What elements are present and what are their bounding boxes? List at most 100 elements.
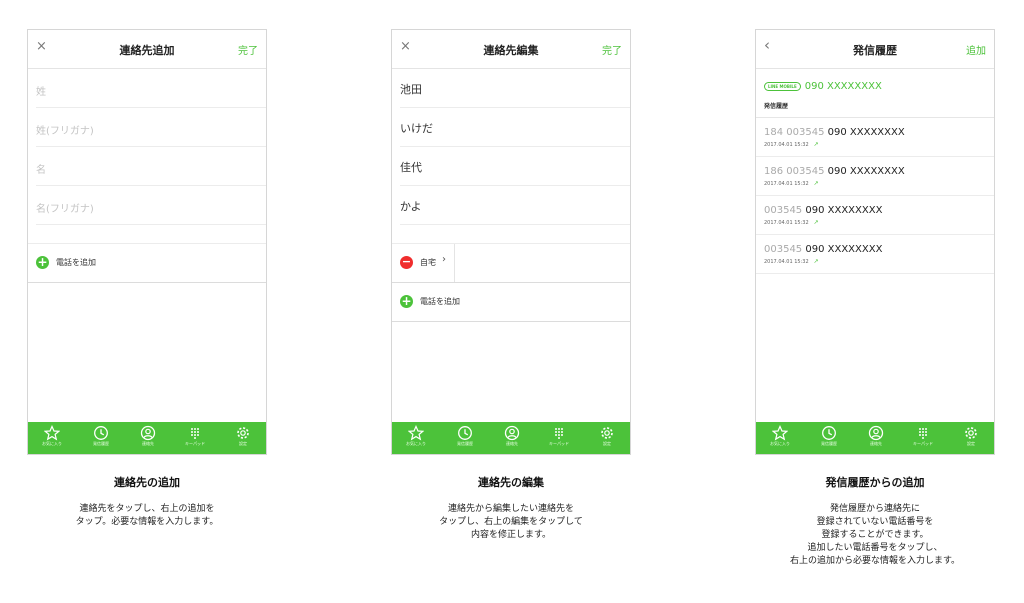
outgoing-arrow-icon: ↗: [813, 180, 819, 187]
last-name-field[interactable]: 姓: [36, 69, 266, 108]
tab-label: 発信履歴: [821, 441, 837, 446]
tab-label: 発信履歴: [457, 441, 473, 446]
keypad-icon: [539, 425, 579, 441]
tab-label: 連絡先: [142, 441, 154, 446]
tab-keypad[interactable]: キーパッド: [539, 425, 579, 447]
caption-line: 内容を修正します。: [470, 530, 552, 540]
add-contact-screen: × 連絡先追加 完了 姓 姓(フリガナ) 名 名(フリガナ) + 電話を追加 お…: [27, 29, 267, 455]
first-name-kana-field[interactable]: 名(フリガナ): [36, 186, 266, 225]
history-time: 2017.04.01 15:32: [764, 181, 809, 187]
tab-person[interactable]: 連絡先: [492, 425, 532, 447]
tab-label: 発信履歴: [93, 441, 109, 446]
own-number-section: LINE MOBILE 090 XXXXXXXX 発信履歴: [756, 69, 994, 118]
outgoing-arrow-icon: ↗: [813, 258, 819, 265]
tab-star[interactable]: お気に入り: [760, 425, 800, 447]
tab-gear[interactable]: 設定: [951, 425, 991, 447]
tab-gear[interactable]: 設定: [587, 425, 627, 447]
history-prefix: 186 003545: [764, 166, 828, 177]
plus-icon: +: [36, 255, 49, 269]
caption-title: 連絡先の編集: [478, 476, 544, 489]
person-icon: [492, 425, 532, 441]
tab-bar: お気に入り 発信履歴 連絡先 キーパッド 設定: [392, 422, 630, 454]
add-phone-button[interactable]: + 電話を追加: [28, 243, 266, 283]
tab-label: 設定: [239, 441, 247, 446]
edit-contact-screen: × 連絡先編集 完了 池田 いけだ 佳代 かよ − 自宅 › + 電話を追加 お…: [391, 29, 631, 455]
tab-gear[interactable]: 設定: [223, 425, 263, 447]
caption-line: 追加したい電話番号をタップし、: [807, 543, 943, 553]
history-number: 090 XXXXXXXX: [805, 205, 883, 216]
star-icon: [32, 425, 72, 441]
star-icon: [760, 425, 800, 441]
tab-person[interactable]: 連絡先: [128, 425, 168, 447]
remove-icon[interactable]: −: [400, 256, 413, 269]
history-prefix: 184 003545: [764, 127, 828, 138]
caption-edit-contact: 連絡先の編集 連絡先から編集したい連絡先を タップし、右上の編集をタップして 内…: [381, 474, 641, 542]
first-name-kana-field[interactable]: かよ: [400, 186, 630, 225]
history-number: 090 XXXXXXXX: [827, 166, 905, 177]
add-button[interactable]: 追加: [966, 42, 986, 57]
done-button[interactable]: 完了: [602, 42, 622, 57]
keypad-icon: [903, 425, 943, 441]
plus-icon: +: [400, 294, 413, 308]
tab-label: キーパッド: [185, 441, 205, 446]
tab-keypad[interactable]: キーパッド: [903, 425, 943, 447]
phone-entry[interactable]: − 自宅 ›: [392, 243, 630, 283]
first-name-field[interactable]: 佳代: [400, 147, 630, 186]
tab-clock[interactable]: 発信履歴: [445, 425, 485, 447]
chevron-right-icon[interactable]: ›: [442, 254, 446, 265]
first-name-field[interactable]: 名: [36, 147, 266, 186]
tab-clock[interactable]: 発信履歴: [809, 425, 849, 447]
keypad-icon: [175, 425, 215, 441]
history-time: 2017.04.01 15:32: [764, 259, 809, 265]
tab-label: お気に入り: [406, 441, 426, 446]
caption-title: 連絡先の追加: [114, 476, 180, 489]
tab-label: 設定: [603, 441, 611, 446]
clock-icon: [445, 425, 485, 441]
history-number: 090 XXXXXXXX: [805, 244, 883, 255]
history-item[interactable]: 186 003545 090 XXXXXXXX 2017.04.01 15:32…: [756, 157, 994, 196]
done-button[interactable]: 完了: [238, 42, 258, 57]
add-phone-label: 電話を追加: [420, 297, 460, 306]
history-item[interactable]: 184 003545 090 XXXXXXXX 2017.04.01 15:32…: [756, 118, 994, 157]
tab-star[interactable]: お気に入り: [32, 425, 72, 447]
history-number: 090 XXXXXXXX: [827, 127, 905, 138]
history-time: 2017.04.01 15:32: [764, 220, 809, 226]
own-number: 090 XXXXXXXX: [804, 80, 882, 92]
tab-label: 連絡先: [870, 441, 882, 446]
header: ‹ 発信履歴 追加: [756, 30, 994, 69]
clock-icon: [81, 425, 121, 441]
tab-bar: お気に入り 発信履歴 連絡先 キーパッド 設定: [756, 422, 994, 454]
gear-icon: [951, 425, 991, 441]
add-phone-label: 電話を追加: [56, 258, 96, 267]
gear-icon: [587, 425, 627, 441]
history-item[interactable]: 003545 090 XXXXXXXX 2017.04.01 15:32 ↗: [756, 196, 994, 235]
history-item[interactable]: 003545 090 XXXXXXXX 2017.04.01 15:32 ↗: [756, 235, 994, 274]
line-mobile-badge: LINE MOBILE: [764, 81, 801, 91]
last-name-kana-field[interactable]: 姓(フリガナ): [36, 108, 266, 147]
tab-star[interactable]: お気に入り: [396, 425, 436, 447]
last-name-kana-field[interactable]: いけだ: [400, 108, 630, 147]
caption-line: 発信履歴から連絡先に: [829, 504, 920, 514]
star-icon: [396, 425, 436, 441]
caption-line: タップ。必要な情報を入力します。: [75, 517, 219, 527]
tab-clock[interactable]: 発信履歴: [81, 425, 121, 447]
history-time: 2017.04.01 15:32: [764, 142, 809, 148]
caption-line: 連絡先をタップし、右上の追加を: [79, 504, 215, 514]
caption-history-add: 発信履歴からの追加 発信履歴から連絡先に 登録されていない電話番号を 登録するこ…: [745, 474, 1005, 568]
last-name-field[interactable]: 池田: [400, 69, 630, 108]
tab-keypad[interactable]: キーパッド: [175, 425, 215, 447]
tab-person[interactable]: 連絡先: [856, 425, 896, 447]
tab-label: お気に入り: [770, 441, 790, 446]
caption-body: 発信履歴から連絡先に 登録されていない電話番号を 登録することができます。 追加…: [745, 503, 1005, 568]
caption-title: 発信履歴からの追加: [825, 476, 925, 489]
person-icon: [856, 425, 896, 441]
tab-label: 設定: [967, 441, 975, 446]
caption-add-contact: 連絡先の追加 連絡先をタップし、右上の追加を タップ。必要な情報を入力します。: [17, 474, 277, 529]
call-history-screen: ‹ 発信履歴 追加 LINE MOBILE 090 XXXXXXXX 発信履歴 …: [755, 29, 995, 455]
add-phone-button[interactable]: + 電話を追加: [392, 283, 630, 322]
caption-line: 右上の追加から必要な情報を入力します。: [789, 556, 961, 566]
caption-line: 登録されていない電話番号を: [816, 517, 934, 527]
outgoing-arrow-icon: ↗: [813, 141, 819, 148]
caption-line: 登録することができます。: [821, 530, 929, 540]
screen-title: 連絡先編集: [483, 44, 539, 57]
